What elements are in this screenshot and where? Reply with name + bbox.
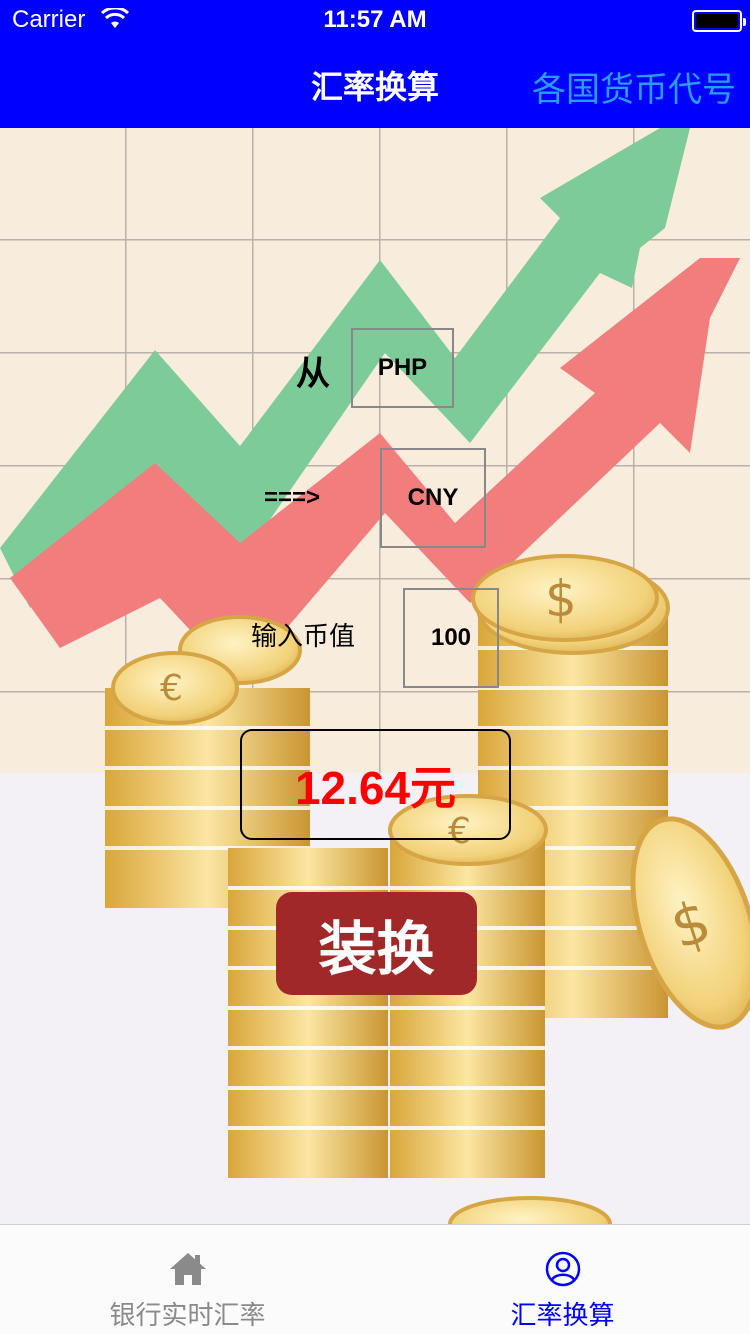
- coins-chart-illustration: $ € € $: [0, 128, 750, 1224]
- status-bar: Carrier 11:57 AM: [0, 0, 750, 40]
- svg-text:$: $: [545, 570, 577, 628]
- tab-exchange[interactable]: 汇率换算: [375, 1225, 750, 1334]
- amount-label: 输入币值: [251, 622, 356, 652]
- svg-text:€: €: [160, 668, 183, 709]
- arrow-label: ===>: [264, 484, 321, 511]
- status-time: 11:57 AM: [323, 6, 427, 33]
- tab-bank-rates[interactable]: 银行实时汇率: [0, 1225, 375, 1334]
- amount-field[interactable]: 100: [403, 588, 499, 688]
- to-currency-field[interactable]: CNY: [380, 448, 486, 548]
- from-currency-field[interactable]: PHP: [351, 328, 454, 408]
- tab-bar: 银行实时汇率 汇率换算: [0, 1224, 750, 1334]
- nav-bar: Carrier 11:57 AM 汇率换算 各国货币代号: [0, 0, 750, 128]
- currency-codes-button[interactable]: 各国货币代号: [532, 62, 736, 111]
- convert-button[interactable]: 装换: [276, 892, 477, 995]
- tab-bank-rates-label: 银行实时汇率: [109, 1301, 266, 1331]
- battery-icon: [692, 10, 746, 32]
- user-circle-icon: [545, 1251, 580, 1287]
- tab-exchange-label: 汇率换算: [510, 1301, 615, 1331]
- home-icon: [169, 1253, 206, 1285]
- background-illustration: $ € € $: [0, 128, 750, 1224]
- from-label: 从: [296, 354, 330, 394]
- result-display: 12.64元: [240, 729, 511, 840]
